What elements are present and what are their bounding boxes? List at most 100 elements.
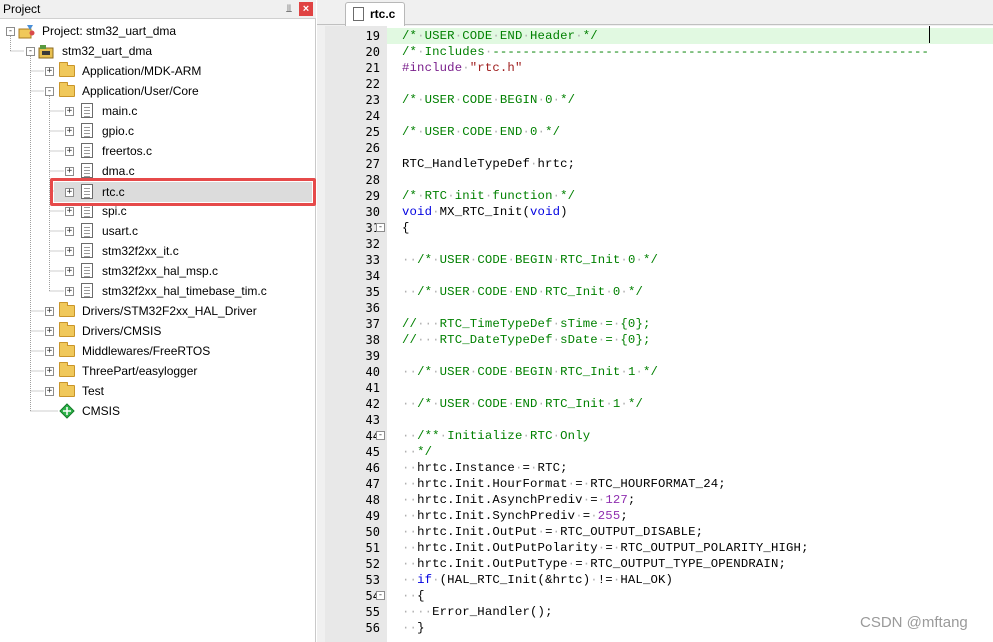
expand-icon[interactable]: + (65, 267, 74, 276)
tree-item-folder-freertos[interactable]: + Middlewares/FreeRTOS (0, 341, 316, 361)
code-line[interactable]: //···RTC_DateTypeDef·sDate·=·{0}; (402, 332, 651, 348)
tree-item-file-main[interactable]: + main.c (0, 101, 316, 121)
fold-collapse-icon[interactable]: - (376, 431, 385, 440)
code-line[interactable]: #include·"rtc.h" (402, 60, 523, 76)
line-number: 42 (365, 397, 380, 411)
code-line[interactable]: /*·USER·CODE·END·0·*/ (402, 124, 560, 140)
code-line[interactable]: /*·USER·CODE·END·Header·*/ (402, 28, 598, 44)
code-line[interactable]: ··hrtc.Instance·=·RTC; (402, 460, 568, 476)
code-line[interactable]: ··} (402, 620, 425, 636)
file-icon (79, 283, 95, 299)
collapse-icon[interactable]: - (26, 47, 35, 56)
tree-item-folder-mdk-arm[interactable]: + Application/MDK-ARM (0, 61, 316, 81)
expand-icon[interactable]: + (45, 367, 54, 376)
tree-item-project-root[interactable]: - Project: stm32_uart_dma (0, 21, 316, 41)
tree-item-file-gpio[interactable]: + gpio.c (0, 121, 316, 141)
file-icon (79, 103, 95, 119)
folder-icon (59, 322, 75, 339)
tree-item-file-usart[interactable]: + usart.c (0, 221, 316, 241)
code-line[interactable]: ··*/ (402, 444, 432, 460)
tree-item-label: Project: stm32_uart_dma (42, 24, 177, 38)
code-line[interactable]: RTC_HandleTypeDef·hrtc; (402, 156, 575, 172)
code-editor[interactable]: /*·USER·CODE·END·Header·*//*·Includes·--… (387, 26, 993, 642)
collapse-icon[interactable]: - (45, 87, 54, 96)
fold-collapse-icon[interactable]: - (376, 223, 385, 232)
tree-item-folder-easylogger[interactable]: + ThreePart/easylogger (0, 361, 316, 381)
tree-item-file-hal-msp[interactable]: + stm32f2xx_hal_msp.c (0, 261, 316, 281)
code-line[interactable]: /*·USER·CODE·BEGIN·0·*/ (402, 92, 575, 108)
code-line[interactable]: /*·RTC·init·function·*/ (402, 188, 575, 204)
expand-icon[interactable]: + (65, 247, 74, 256)
expand-icon[interactable]: + (45, 67, 54, 76)
file-icon (79, 143, 95, 159)
folder-icon (59, 342, 75, 359)
expand-icon[interactable]: + (45, 327, 54, 336)
line-number: 50 (365, 525, 380, 539)
tree-item-folder-user-core[interactable]: - Application/User/Core (0, 81, 316, 101)
line-number: 45 (365, 445, 380, 459)
code-line[interactable]: { (402, 220, 410, 236)
folder-icon (59, 62, 75, 79)
code-line[interactable]: ··/*·USER·CODE·BEGIN·RTC_Init·0·*/ (402, 252, 658, 268)
code-line[interactable]: ··hrtc.Init.OutPutType·=·RTC_OUTPUT_TYPE… (402, 556, 786, 572)
selection-highlight-box (50, 178, 316, 206)
tab-label: rtc.c (370, 7, 396, 21)
line-number: 29 (365, 189, 380, 203)
tab-rtc-c[interactable]: rtc.c (345, 2, 405, 26)
expand-icon[interactable]: + (45, 347, 54, 356)
code-line[interactable]: ··/*·USER·CODE·BEGIN·RTC_Init·1·*/ (402, 364, 658, 380)
editor-pane: rtc.c 19 20 21 22 23 24 25 26 27 28 29 30 31 32 33 34 35… (317, 0, 993, 642)
tree-item-file-hal-timebase[interactable]: + stm32f2xx_hal_timebase_tim.c (0, 281, 316, 301)
line-number: 25 (365, 125, 380, 139)
folder-icon (59, 382, 75, 399)
tree-item-folder-hal-driver[interactable]: + Drivers/STM32F2xx_HAL_Driver (0, 301, 316, 321)
tree-item-label: ThreePart/easylogger (82, 364, 198, 378)
tree-item-target[interactable]: - stm32_uart_dma (0, 41, 316, 61)
code-line[interactable]: ··hrtc.Init.SynchPrediv·=·255; (402, 508, 628, 524)
tree-item-folder-drivers-cmsis[interactable]: + Drivers/CMSIS (0, 321, 316, 341)
expand-icon[interactable]: + (65, 127, 74, 136)
code-line[interactable]: ··/**·Initialize·RTC·Only (402, 428, 590, 444)
line-number: 24 (365, 109, 380, 123)
line-number: 20 (365, 45, 380, 59)
code-line[interactable]: ··hrtc.Init.OutPut·=·RTC_OUTPUT_DISABLE; (402, 524, 703, 540)
code-line[interactable]: ··{ (402, 588, 425, 604)
code-line[interactable]: ··hrtc.Init.HourFormat·=·RTC_HOURFORMAT_… (402, 476, 726, 492)
expand-icon[interactable]: + (65, 167, 74, 176)
collapse-icon[interactable]: - (6, 27, 15, 36)
line-number: 40 (365, 365, 380, 379)
code-line[interactable]: void·MX_RTC_Init(void) (402, 204, 568, 220)
code-line[interactable]: ··/*·USER·CODE·END·RTC_Init·0·*/ (402, 284, 643, 300)
line-number: 49 (365, 509, 380, 523)
code-line[interactable]: ··hrtc.Init.OutPutPolarity·=·RTC_OUTPUT_… (402, 540, 809, 556)
tree-item-folder-test[interactable]: + Test (0, 381, 316, 401)
expand-icon[interactable]: + (65, 207, 74, 216)
expand-icon[interactable]: + (65, 107, 74, 116)
fold-collapse-icon[interactable]: - (376, 591, 385, 600)
code-line[interactable]: ··if·(HAL_RTC_Init(&hrtc)·!=·HAL_OK) (402, 572, 673, 588)
code-line[interactable]: /*·Includes·----------------------------… (402, 44, 929, 60)
line-number: 56 (365, 621, 380, 635)
tree-item-label: freertos.c (102, 144, 153, 158)
tree-item-cmsis[interactable]: CMSIS (0, 401, 316, 421)
code-line[interactable]: ··/*·USER·CODE·END·RTC_Init·1·*/ (402, 396, 643, 412)
code-line[interactable]: //···RTC_TimeTypeDef·sTime·=·{0}; (402, 316, 651, 332)
tree-item-file-it[interactable]: + stm32f2xx_it.c (0, 241, 316, 261)
line-number: 30 (365, 205, 380, 219)
expand-icon[interactable]: + (45, 307, 54, 316)
file-icon (79, 243, 95, 259)
expand-icon[interactable]: + (65, 287, 74, 296)
expand-icon[interactable]: + (45, 387, 54, 396)
file-icon (79, 263, 95, 279)
expand-icon[interactable]: + (65, 147, 74, 156)
line-number: 46 (365, 461, 380, 475)
code-line[interactable]: ··hrtc.Init.AsynchPrediv·=·127; (402, 492, 635, 508)
line-number: 41 (365, 381, 380, 395)
tree-item-label: usart.c (102, 224, 139, 238)
expand-icon[interactable]: + (65, 227, 74, 236)
code-line[interactable]: ····Error_Handler(); (402, 604, 553, 620)
file-icon (79, 223, 95, 239)
line-number: 34 (365, 269, 380, 283)
tree-item-file-freertos[interactable]: + freertos.c (0, 141, 316, 161)
line-number: 43 (365, 413, 380, 427)
